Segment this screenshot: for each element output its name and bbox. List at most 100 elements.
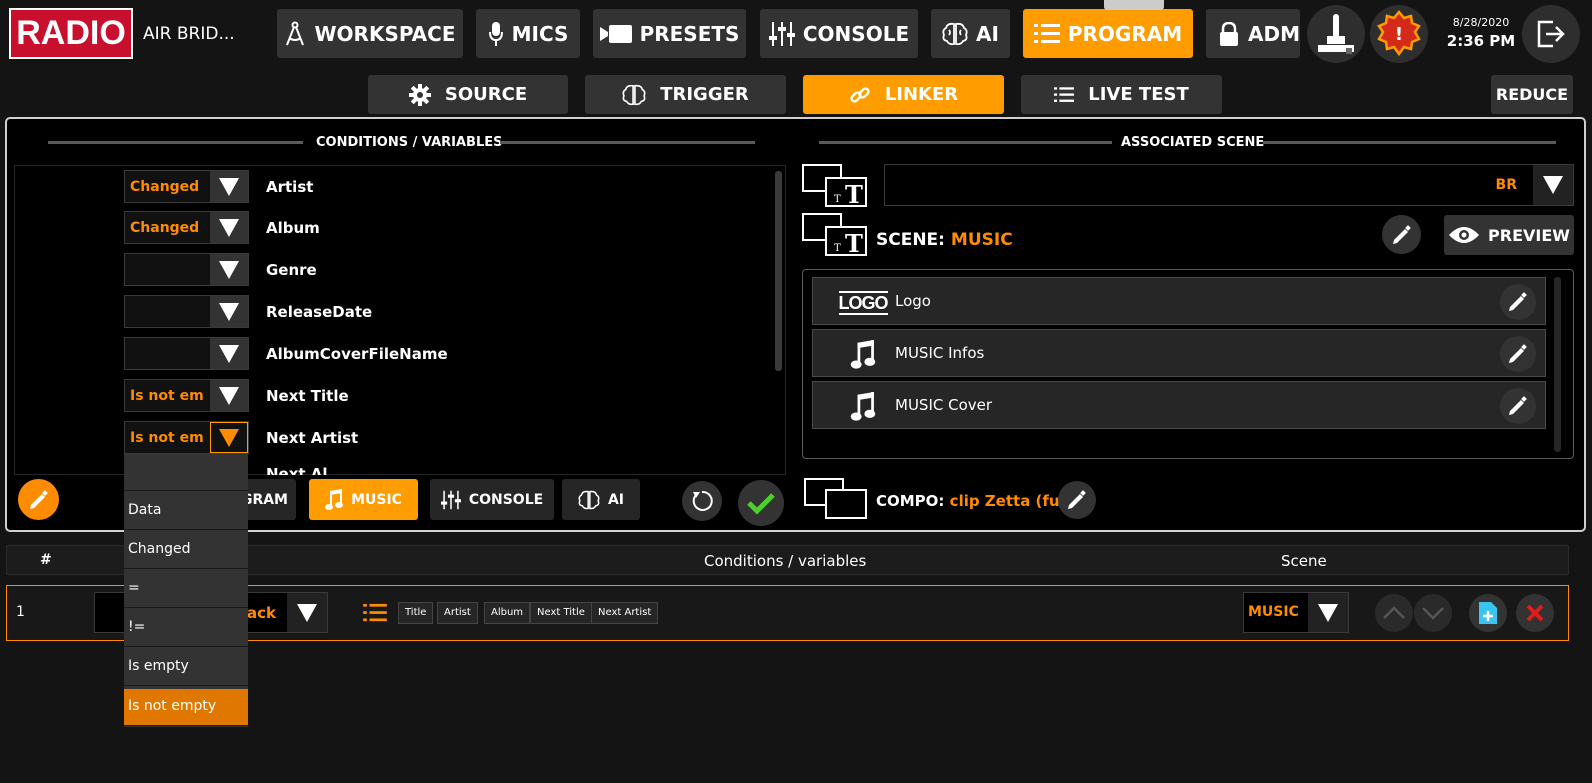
column-header-index: #	[40, 552, 52, 568]
condition-select[interactable]: Changed	[124, 211, 249, 244]
tab-live-test[interactable]: LIVE TEST	[1021, 75, 1222, 114]
tab-source[interactable]: SOURCE	[368, 75, 568, 114]
duplicate-row-button[interactable]	[1469, 594, 1507, 632]
edit-item-button[interactable]	[1500, 284, 1536, 320]
preview-button[interactable]: PREVIEW	[1444, 215, 1574, 255]
condition-chip: Next Title	[530, 602, 592, 624]
nav-adm[interactable]: ADM	[1206, 9, 1300, 58]
svg-text:T: T	[834, 243, 841, 254]
list-icon	[1054, 86, 1075, 102]
pencil-icon	[1509, 292, 1527, 311]
source-music-button[interactable]: MUSIC	[309, 479, 418, 520]
dropdown-option-data[interactable]: Data	[124, 493, 248, 530]
condition-label: AlbumCoverFileName	[266, 345, 448, 363]
logo-icon: LOGO	[838, 291, 889, 315]
music-note-icon	[843, 392, 883, 422]
pencil-icon	[1392, 224, 1411, 244]
svg-text:!: !	[1395, 24, 1403, 45]
dropdown-arrow-icon	[210, 212, 248, 243]
file-add-icon	[1479, 602, 1497, 624]
nav-program[interactable]: PROGRAM	[1023, 9, 1193, 58]
nav-mics[interactable]: MICS	[476, 9, 580, 58]
compo-prefix: COMPO:	[876, 492, 945, 510]
reduce-label: REDUCE	[1495, 85, 1569, 104]
preview-label: PREVIEW	[1488, 225, 1570, 245]
app-logo-text: RADIO	[16, 14, 126, 52]
scene-item-music-infos[interactable]: MUSIC Infos	[812, 329, 1546, 377]
logout-button[interactable]	[1522, 5, 1580, 63]
edit-item-button[interactable]	[1500, 336, 1536, 372]
tab-trigger[interactable]: TRIGGER	[585, 75, 786, 114]
scene-items-scrollbar[interactable]	[1554, 277, 1561, 452]
window-grip[interactable]	[1104, 0, 1164, 10]
app-logo: RADIO	[9, 8, 133, 59]
tab-label: SOURCE	[444, 84, 528, 105]
condition-select[interactable]	[124, 295, 249, 328]
condition-select[interactable]	[124, 337, 249, 370]
right-header-line-r	[1263, 141, 1556, 144]
nav-workspace[interactable]: WORKSPACE	[277, 9, 463, 58]
sliders-icon	[768, 21, 795, 46]
row-scene-select[interactable]: MUSIC	[1243, 592, 1349, 633]
exit-icon	[1537, 20, 1565, 48]
left-header-line-r	[500, 141, 755, 144]
conditions-header: CONDITIONS / VARIABLES	[316, 135, 503, 150]
joystick-button[interactable]	[1307, 5, 1365, 63]
nav-label: MICS	[511, 21, 569, 46]
scene-select[interactable]: BR	[884, 164, 1574, 206]
scene-item-music-cover[interactable]: MUSIC Cover	[812, 381, 1546, 429]
move-down-button[interactable]	[1414, 594, 1452, 632]
source-console-button[interactable]: CONSOLE	[430, 479, 554, 520]
condition-chip: Artist	[437, 602, 478, 624]
nav-presets[interactable]: PRESETS	[593, 9, 746, 58]
dropdown-option-changed[interactable]: Changed	[124, 532, 248, 569]
edit-item-button[interactable]	[1500, 388, 1536, 424]
delete-row-button[interactable]	[1516, 594, 1554, 632]
dropdown-option-is-not-empty[interactable]: Is not empty	[124, 689, 248, 726]
nav-label: CONSOLE	[802, 21, 910, 46]
scene-item-name: MUSIC Cover	[895, 396, 993, 414]
source-label: MUSIC	[351, 491, 402, 508]
alert-button[interactable]: !	[1370, 5, 1428, 63]
column-header-scene: Scene	[1281, 552, 1327, 570]
move-up-button[interactable]	[1375, 594, 1413, 632]
undo-button[interactable]	[682, 481, 722, 521]
svg-text:T: T	[845, 180, 863, 208]
nav-ai[interactable]: AI	[931, 9, 1010, 58]
condition-select[interactable]: Changed	[124, 170, 249, 203]
condition-select-open[interactable]: Is not em	[124, 421, 249, 454]
dropdown-arrow-icon	[210, 296, 248, 327]
condition-select[interactable]: Is not em	[124, 379, 249, 412]
source-ai-button[interactable]: AI	[562, 479, 640, 520]
condition-chip: Next Artist	[591, 602, 659, 624]
camera-icon	[599, 24, 632, 43]
conditions-scrollbar[interactable]	[775, 171, 782, 371]
tab-linker[interactable]: LINKER	[803, 75, 1004, 114]
condition-label: Album	[266, 219, 320, 237]
edit-compo-button[interactable]	[1058, 481, 1096, 519]
edit-conditions-button[interactable]	[18, 479, 59, 520]
scene-item-logo[interactable]: LOGO Logo	[812, 277, 1546, 325]
lock-icon	[1220, 21, 1238, 46]
condition-chip: Album	[484, 602, 531, 624]
condition-select[interactable]	[124, 253, 249, 286]
dropdown-option-is-empty[interactable]: Is empty	[124, 649, 248, 686]
pencil-icon	[1068, 490, 1086, 509]
reduce-button[interactable]: REDUCE	[1491, 75, 1573, 114]
chevron-up-icon	[1383, 606, 1405, 619]
scene-select-value: BR	[1495, 177, 1517, 193]
confirm-button[interactable]	[738, 480, 784, 526]
dropdown-option-blank[interactable]	[124, 454, 248, 491]
dropdown-option-not-equals[interactable]: !=	[124, 610, 248, 647]
brain-icon	[578, 490, 600, 509]
condition-label: Next Artist	[266, 429, 359, 447]
left-header-line-l	[48, 141, 303, 144]
clock-time: 2:36 PM	[1446, 32, 1516, 50]
nav-console[interactable]: CONSOLE	[760, 9, 918, 58]
dropdown-option-equals[interactable]: =	[124, 571, 248, 608]
microphone-icon	[488, 21, 503, 46]
brain-icon	[622, 84, 646, 105]
edit-scene-button[interactable]	[1382, 215, 1421, 254]
tab-label: LIVE TEST	[1088, 84, 1189, 105]
list-icon[interactable]	[362, 603, 388, 627]
